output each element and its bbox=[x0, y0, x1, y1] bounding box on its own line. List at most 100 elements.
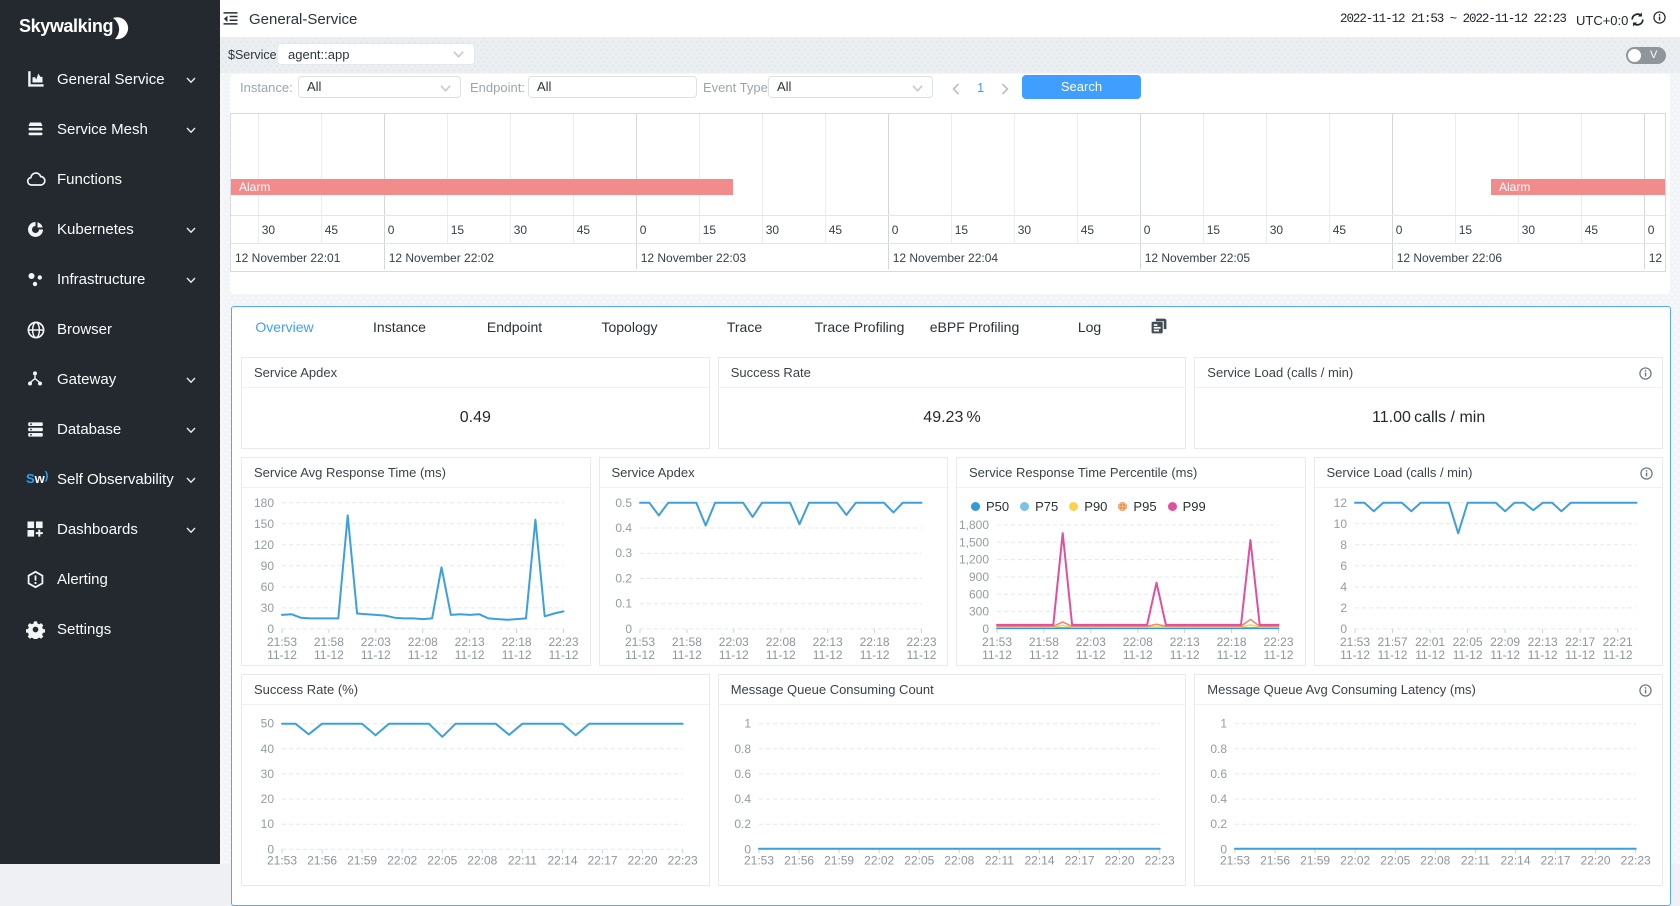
svg-text:11-12: 11-12 bbox=[1527, 648, 1557, 662]
svg-text:22:05: 22:05 bbox=[1381, 853, 1411, 867]
svg-text:22:23: 22:23 bbox=[548, 635, 578, 649]
svg-text:21:53: 21:53 bbox=[1339, 635, 1369, 649]
svg-text:0.1: 0.1 bbox=[615, 597, 632, 611]
svg-text:22:02: 22:02 bbox=[387, 853, 417, 867]
svg-text:22:18: 22:18 bbox=[502, 635, 532, 649]
svg-text:22:23: 22:23 bbox=[1621, 853, 1651, 867]
svg-text:0.4: 0.4 bbox=[734, 792, 751, 806]
svg-text:0.5: 0.5 bbox=[615, 496, 632, 510]
svg-text:0.2: 0.2 bbox=[615, 572, 632, 586]
svg-text:22:23: 22:23 bbox=[906, 635, 936, 649]
svg-text:22:11: 22:11 bbox=[508, 853, 537, 867]
svg-text:0.2: 0.2 bbox=[1211, 817, 1228, 831]
svg-text:11-12: 11-12 bbox=[502, 648, 532, 662]
svg-text:22:08: 22:08 bbox=[1421, 853, 1451, 867]
svg-text:22:13: 22:13 bbox=[1527, 635, 1557, 649]
svg-text:22:03: 22:03 bbox=[718, 635, 748, 649]
svg-text:0: 0 bbox=[625, 622, 632, 636]
svg-text:21:53: 21:53 bbox=[624, 635, 654, 649]
svg-text:11-12: 11-12 bbox=[906, 648, 936, 662]
svg-text:11-12: 11-12 bbox=[1264, 648, 1294, 662]
svg-text:11-12: 11-12 bbox=[1565, 648, 1595, 662]
svg-text:11-12: 11-12 bbox=[1340, 648, 1370, 662]
svg-text:40: 40 bbox=[261, 742, 275, 756]
svg-text:21:59: 21:59 bbox=[1300, 853, 1330, 867]
svg-text:22:11: 22:11 bbox=[1461, 853, 1490, 867]
svg-text:22:18: 22:18 bbox=[859, 635, 889, 649]
svg-text:21:58: 21:58 bbox=[671, 635, 701, 649]
svg-text:0: 0 bbox=[1340, 622, 1347, 636]
svg-text:11-12: 11-12 bbox=[765, 648, 795, 662]
svg-text:30: 30 bbox=[261, 601, 275, 615]
svg-text:0.3: 0.3 bbox=[615, 546, 632, 560]
svg-text:0.8: 0.8 bbox=[734, 742, 751, 756]
svg-text:22:17: 22:17 bbox=[1064, 853, 1094, 867]
svg-text:11-12: 11-12 bbox=[267, 648, 297, 662]
svg-text:21:57: 21:57 bbox=[1377, 635, 1407, 649]
svg-text:22:05: 22:05 bbox=[1452, 635, 1482, 649]
svg-text:21:56: 21:56 bbox=[784, 853, 814, 867]
svg-text:0.4: 0.4 bbox=[1211, 792, 1228, 806]
svg-text:22:23: 22:23 bbox=[668, 853, 698, 867]
svg-text:22:14: 22:14 bbox=[1501, 853, 1531, 867]
svg-text:11-12: 11-12 bbox=[1415, 648, 1445, 662]
svg-text:11-12: 11-12 bbox=[1076, 648, 1106, 662]
svg-text:22:21: 22:21 bbox=[1602, 635, 1632, 649]
svg-text:11-12: 11-12 bbox=[455, 648, 485, 662]
svg-text:4: 4 bbox=[1340, 580, 1347, 594]
svg-text:22:08: 22:08 bbox=[408, 635, 438, 649]
svg-text:11-12: 11-12 bbox=[859, 648, 889, 662]
svg-text:11-12: 11-12 bbox=[549, 648, 579, 662]
svg-text:0.6: 0.6 bbox=[1211, 767, 1228, 781]
svg-text:21:59: 21:59 bbox=[824, 853, 854, 867]
svg-text:22:09: 22:09 bbox=[1490, 635, 1520, 649]
svg-text:22:02: 22:02 bbox=[864, 853, 894, 867]
svg-text:180: 180 bbox=[254, 496, 274, 510]
svg-text:1: 1 bbox=[744, 717, 751, 731]
svg-text:0.6: 0.6 bbox=[734, 767, 751, 781]
svg-text:11-12: 11-12 bbox=[625, 648, 655, 662]
svg-text:22:14: 22:14 bbox=[1024, 853, 1054, 867]
svg-text:11-12: 11-12 bbox=[1452, 648, 1482, 662]
svg-text:22:20: 22:20 bbox=[1581, 853, 1611, 867]
svg-text:0.2: 0.2 bbox=[734, 817, 751, 831]
svg-text:20: 20 bbox=[261, 792, 275, 806]
svg-text:21:58: 21:58 bbox=[314, 635, 344, 649]
svg-text:11-12: 11-12 bbox=[1217, 648, 1247, 662]
svg-text:21:53: 21:53 bbox=[267, 853, 297, 867]
svg-text:0.4: 0.4 bbox=[615, 521, 632, 535]
svg-text:21:56: 21:56 bbox=[1260, 853, 1290, 867]
svg-text:21:56: 21:56 bbox=[307, 853, 337, 867]
svg-text:1: 1 bbox=[1221, 717, 1228, 731]
svg-text:10: 10 bbox=[1333, 517, 1347, 531]
svg-text:120: 120 bbox=[254, 538, 274, 552]
svg-text:22:08: 22:08 bbox=[944, 853, 974, 867]
svg-text:50: 50 bbox=[261, 717, 275, 731]
svg-text:0.8: 0.8 bbox=[1211, 742, 1228, 756]
svg-text:21:53: 21:53 bbox=[267, 635, 297, 649]
svg-text:11-12: 11-12 bbox=[314, 648, 344, 662]
svg-text:22:03: 22:03 bbox=[361, 635, 391, 649]
svg-text:11-12: 11-12 bbox=[1377, 648, 1407, 662]
svg-text:22:11: 22:11 bbox=[985, 853, 1014, 867]
svg-text:22:05: 22:05 bbox=[904, 853, 934, 867]
svg-text:11-12: 11-12 bbox=[812, 648, 842, 662]
svg-text:22:01: 22:01 bbox=[1415, 635, 1445, 649]
svg-text:11-12: 11-12 bbox=[1602, 648, 1632, 662]
svg-text:21:53: 21:53 bbox=[744, 853, 774, 867]
svg-text:22:17: 22:17 bbox=[1541, 853, 1571, 867]
svg-text:22:17: 22:17 bbox=[588, 853, 618, 867]
svg-text:22:13: 22:13 bbox=[455, 635, 485, 649]
svg-text:21:58: 21:58 bbox=[1029, 635, 1059, 649]
svg-text:22:08: 22:08 bbox=[467, 853, 497, 867]
svg-text:12: 12 bbox=[1333, 496, 1347, 510]
svg-text:22:14: 22:14 bbox=[547, 853, 577, 867]
svg-text:300: 300 bbox=[969, 605, 989, 619]
svg-text:22:18: 22:18 bbox=[1217, 635, 1247, 649]
svg-text:1,500: 1,500 bbox=[959, 535, 989, 549]
svg-text:30: 30 bbox=[261, 767, 275, 781]
svg-text:11-12: 11-12 bbox=[408, 648, 438, 662]
svg-text:21:53: 21:53 bbox=[982, 635, 1012, 649]
svg-text:22:05: 22:05 bbox=[427, 853, 457, 867]
svg-text:22:02: 22:02 bbox=[1340, 853, 1370, 867]
